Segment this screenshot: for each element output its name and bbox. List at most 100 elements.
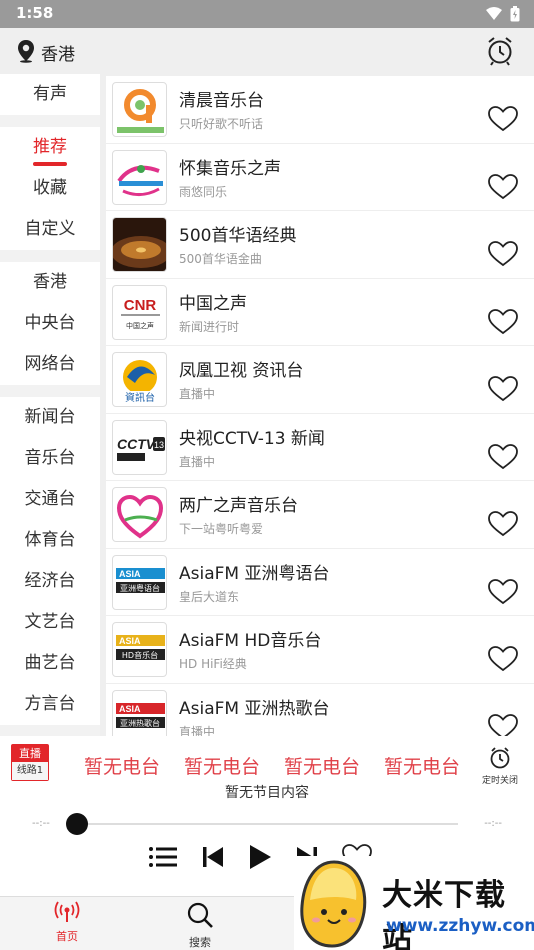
station-row[interactable]: 两广之声音乐台下一站粤听粤爱 bbox=[106, 481, 534, 549]
favorite-heart-icon[interactable] bbox=[488, 376, 518, 406]
svg-text:亚洲热歌台: 亚洲热歌台 bbox=[120, 718, 160, 728]
svg-text:HD音乐台: HD音乐台 bbox=[122, 650, 158, 660]
line-label: 线路1 bbox=[12, 762, 48, 780]
sidebar-item-custom[interactable]: 自定义 bbox=[0, 209, 100, 250]
sidebar-item-central[interactable]: 中央台 bbox=[0, 303, 100, 344]
sidebar-item-news[interactable]: 新闻台 bbox=[0, 397, 100, 438]
station-subtitle: 500首华语金曲 bbox=[179, 252, 262, 266]
alarm-clock-icon[interactable] bbox=[486, 36, 514, 66]
battery-icon bbox=[510, 6, 520, 22]
station-row[interactable]: 清晨音乐台 只听好歌不听话 bbox=[106, 76, 534, 144]
station-logo: ASIA HD音乐台 bbox=[112, 622, 167, 677]
sidebar-group-genre: 新闻台 音乐台 交通台 体育台 经济台 文艺台 曲艺台 方言台 bbox=[0, 397, 100, 725]
sidebar-item-sports[interactable]: 体育台 bbox=[0, 520, 100, 561]
tab-search[interactable]: 搜索 bbox=[170, 901, 230, 950]
favorite-heart-icon[interactable] bbox=[488, 241, 518, 271]
tab-search-label: 搜索 bbox=[189, 936, 211, 949]
station-title: 500首华语经典 bbox=[179, 226, 297, 246]
station-row[interactable]: 怀集音乐之声 雨悠同乐 bbox=[106, 144, 534, 211]
sidebar-item-traffic[interactable]: 交通台 bbox=[0, 479, 100, 520]
play-icon[interactable] bbox=[248, 844, 272, 870]
sidebar-item-network[interactable]: 网络台 bbox=[0, 344, 100, 385]
station-title: 两广之声音乐台 bbox=[179, 496, 298, 516]
station-subtitle: 直播中 bbox=[179, 454, 216, 469]
station-logo: ASIA 亚洲热歌台 bbox=[112, 689, 167, 736]
station-list: 清晨音乐台 只听好歌不听话 怀集音乐之声 雨悠同乐 500首华语经典 500首华语金曲 CN… bbox=[106, 76, 534, 736]
sidebar-item-recommend[interactable]: 推荐 bbox=[0, 127, 100, 168]
svg-text:13: 13 bbox=[154, 440, 164, 450]
station-logo: ASIA 亚洲粤语台 bbox=[112, 554, 167, 610]
sidebar-item-music[interactable]: 音乐台 bbox=[0, 438, 100, 479]
station-logo: CNR 中国之声 bbox=[112, 284, 167, 340]
station-title: 凤凰卫视 资讯台 bbox=[179, 361, 304, 381]
location-label[interactable]: 香港 bbox=[41, 40, 75, 65]
sidebar-item-hongkong[interactable]: 香港 bbox=[0, 262, 100, 303]
sidebar-item-economy[interactable]: 经济台 bbox=[0, 561, 100, 602]
live-badge[interactable]: 直播 线路1 bbox=[11, 744, 49, 781]
svg-text:中国之声: 中国之声 bbox=[126, 321, 154, 330]
status-icons bbox=[486, 6, 520, 22]
timer-icon bbox=[490, 747, 510, 769]
svg-text:ASIA: ASIA bbox=[119, 569, 141, 579]
category-sidebar: 有声 推荐 收藏 自定义 香港 中央台 网络台 新闻台 音乐台 交通台 体育台 … bbox=[0, 74, 100, 736]
station-title: AsiaFM 亚洲粤语台 bbox=[179, 563, 330, 584]
station-row[interactable]: ASIA HD音乐台 AsiaFM HD音乐台 HD HiFi经典 bbox=[106, 616, 534, 684]
favorite-heart-icon[interactable] bbox=[488, 173, 518, 204]
favorite-heart-icon[interactable] bbox=[488, 308, 518, 339]
station-subtitle: 皇后大道东 bbox=[179, 589, 240, 604]
station-row[interactable]: ASIA 亚洲热歌台 AsiaFM 亚洲热歌台 直播中 bbox=[106, 684, 534, 737]
station-title: 怀集音乐之声 bbox=[179, 158, 281, 179]
station-row[interactable]: ASIA 亚洲粤语台 AsiaFM 亚洲粤语台皇后大道东 bbox=[106, 549, 534, 616]
marquee-text: 暂无电台 bbox=[184, 756, 261, 778]
station-row[interactable]: 資訊台 凤凰卫视 资讯台直播中 bbox=[106, 346, 534, 414]
station-logo bbox=[112, 217, 167, 272]
station-row[interactable]: 500首华语经典 500首华语金曲 bbox=[106, 211, 534, 279]
total-time: --:-- bbox=[484, 818, 502, 829]
favorite-heart-icon[interactable] bbox=[488, 713, 518, 736]
rice-mascot-logo bbox=[300, 860, 367, 948]
marquee-text: 暂无电台 bbox=[284, 756, 361, 778]
marquee-text: 暂无电台 bbox=[384, 756, 461, 778]
favorite-heart-icon[interactable] bbox=[488, 578, 518, 609]
station-subtitle: 直播中 bbox=[179, 387, 216, 401]
program-info: 暂无节目内容 bbox=[225, 785, 309, 801]
sidebar-item-opera[interactable]: 曲艺台 bbox=[0, 643, 100, 684]
svg-text:ASIA: ASIA bbox=[119, 636, 141, 646]
station-row[interactable]: CCTV 13 央视CCTV-13 新闻 直播中 bbox=[106, 414, 534, 481]
status-time: 1:58 bbox=[16, 4, 54, 22]
live-label: 直播 bbox=[12, 745, 48, 762]
status-bar: 1:58 bbox=[0, 0, 534, 28]
svg-text:資訊台: 資訊台 bbox=[125, 391, 155, 404]
station-title: AsiaFM HD音乐台 bbox=[179, 631, 322, 651]
station-subtitle: 下一站粤听粤爱 bbox=[179, 522, 264, 536]
svg-text:亚洲粤语台: 亚洲粤语台 bbox=[120, 583, 160, 593]
station-subtitle: 直播中 bbox=[179, 724, 216, 737]
sidebar-group-region: 香港 中央台 网络台 bbox=[0, 262, 100, 385]
sidebar-group-main: 推荐 收藏 自定义 bbox=[0, 127, 100, 250]
favorite-heart-icon[interactable] bbox=[488, 646, 518, 676]
sidebar-item-audio[interactable]: 有声 bbox=[0, 74, 100, 115]
favorite-heart-icon[interactable] bbox=[488, 443, 518, 474]
location-pin-icon[interactable] bbox=[16, 39, 36, 63]
svg-text:CCTV: CCTV bbox=[117, 436, 157, 452]
station-logo: 資訊台 bbox=[112, 352, 167, 407]
sidebar-item-arts[interactable]: 文艺台 bbox=[0, 602, 100, 643]
station-logo bbox=[112, 82, 167, 137]
tab-home-label: 首页 bbox=[56, 930, 78, 943]
tab-home[interactable]: 首页 bbox=[37, 901, 97, 944]
top-bar: 香港 bbox=[0, 28, 534, 74]
previous-icon[interactable] bbox=[202, 845, 224, 869]
favorite-heart-icon[interactable] bbox=[488, 106, 518, 136]
favorite-heart-icon[interactable] bbox=[488, 511, 518, 541]
watermark-url: www.zzhyw.com bbox=[386, 916, 534, 936]
progress-thumb[interactable] bbox=[66, 813, 88, 835]
sleep-timer-button[interactable]: 定时关闭 bbox=[482, 746, 518, 786]
now-playing-marquee: 暂无电台 暂无电台 暂无电台 暂无电台 bbox=[84, 752, 466, 779]
sidebar-item-dialect[interactable]: 方言台 bbox=[0, 684, 100, 725]
station-subtitle: 只听好歌不听话 bbox=[179, 117, 264, 131]
progress-track[interactable] bbox=[72, 823, 458, 825]
svg-text:ASIA: ASIA bbox=[119, 704, 141, 714]
station-row[interactable]: CNR 中国之声 中国之声 新闻进行时 bbox=[106, 279, 534, 346]
playlist-icon[interactable] bbox=[148, 845, 178, 869]
sidebar-item-favorites[interactable]: 收藏 bbox=[0, 168, 100, 209]
